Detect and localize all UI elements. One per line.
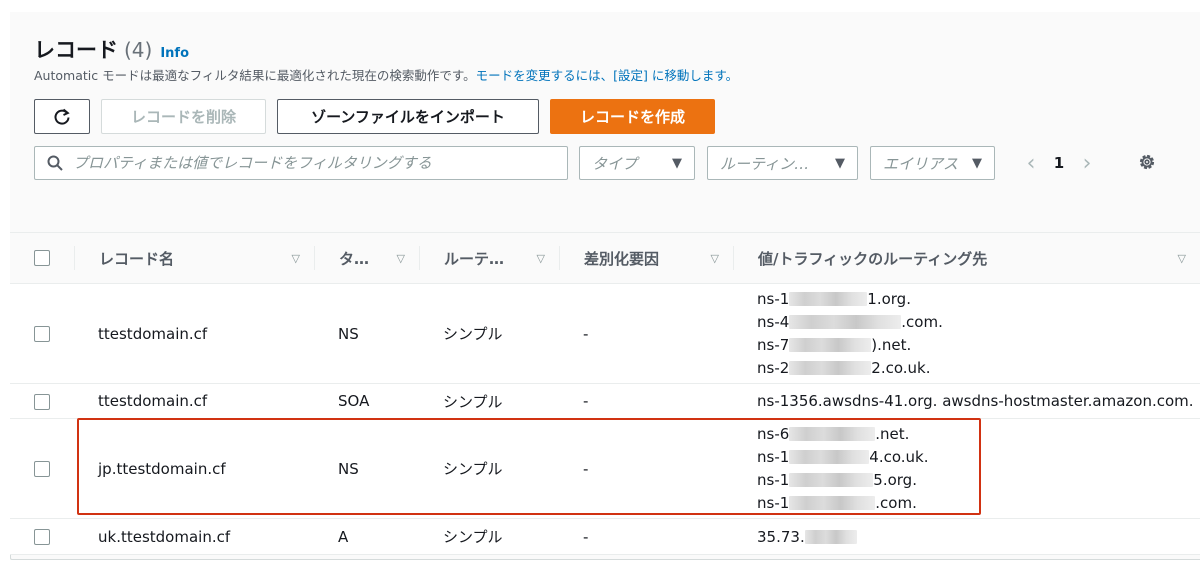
import-zone-file-button[interactable]: ゾーンファイルをインポート xyxy=(277,99,539,134)
pagination: ‹ 1 › xyxy=(1018,150,1100,176)
table-row[interactable]: jp.ttestdomain.cf NS シンプル - ns-6 .net. ns… xyxy=(10,418,1200,519)
record-value: ns-6 .net. ns-1 4.co.uk. ns-1 5.org. ns-1 .c… xyxy=(733,419,1200,519)
record-differentiator: - xyxy=(583,392,589,410)
caret-down-icon: ▼ xyxy=(972,155,982,171)
value-line: ns-1 .com. xyxy=(757,493,917,512)
value-line: ns-4 .com. xyxy=(757,312,943,331)
refresh-button[interactable] xyxy=(34,99,90,134)
create-record-button[interactable]: レコードを作成 xyxy=(550,99,715,134)
search-input[interactable] xyxy=(73,154,567,172)
select-all-header xyxy=(10,233,74,284)
settings-link[interactable]: モードを変更するには、[設定] に移動します。 xyxy=(476,68,738,83)
gear-icon[interactable] xyxy=(1137,152,1157,172)
value-line: ns-2 2.co.uk. xyxy=(757,358,931,377)
record-differentiator: - xyxy=(583,324,589,343)
record-value: ns-1 1.org. ns-4 .com. ns-7).net. ns-2 2.co… xyxy=(733,284,1200,384)
row-checkbox[interactable] xyxy=(34,461,50,477)
column-header-value[interactable]: 値/トラフィックのルーティング先 ▽ xyxy=(733,233,1200,284)
records-table: レコード名 ▽ タ… ▽ ルーテ… ▽ 差別化要因 ▽ 値/トラフィックのルーティング先… xyxy=(10,232,1200,555)
record-type: NS xyxy=(338,324,359,343)
current-page[interactable]: 1 xyxy=(1044,154,1074,172)
chevron-left-icon[interactable]: ‹ xyxy=(1018,151,1044,176)
value-line: ns-1 5.org. xyxy=(757,470,917,489)
record-type: SOA xyxy=(338,392,370,410)
column-header-name[interactable]: レコード名 ▽ xyxy=(74,233,314,284)
record-differentiator: - xyxy=(583,527,589,546)
sort-icon: ▽ xyxy=(1177,251,1186,265)
row-checkbox[interactable] xyxy=(34,326,50,342)
delete-record-button[interactable]: レコードを削除 xyxy=(101,99,266,134)
record-name: ttestdomain.cf xyxy=(98,392,208,410)
routing-filter-label: ルーティン… xyxy=(720,154,810,173)
refresh-icon xyxy=(54,108,70,125)
record-value: ns-1356.awsdns-41.org. awsdns-hostmaster… xyxy=(757,392,1194,410)
table-header-row: レコード名 ▽ タ… ▽ ルーテ… ▽ 差別化要因 ▽ 値/トラフィックのルーティング先… xyxy=(10,232,1200,284)
table-row[interactable]: ttestdomain.cf NS シンプル - ns-1 1.org. ns-4… xyxy=(10,283,1200,384)
type-filter-label: タイプ xyxy=(592,154,638,173)
records-header: レコード (4) Info Automatic モードは最適なフィルタ結果に最適化さ… xyxy=(10,12,1200,232)
alias-filter-label: エイリアス xyxy=(883,154,959,173)
sort-icon: ▽ xyxy=(536,251,545,265)
alias-filter-select[interactable]: エイリアス ▼ xyxy=(870,146,995,180)
row-checkbox[interactable] xyxy=(34,529,50,545)
column-header-routing[interactable]: ルーテ… ▽ xyxy=(419,233,559,284)
value-line: ns-7).net. xyxy=(757,335,912,354)
description: Automatic モードは最適なフィルタ結果に最適化された現在の検索動作です。… xyxy=(34,65,738,84)
record-routing: シンプル xyxy=(443,528,503,546)
search-icon xyxy=(47,155,63,171)
sort-icon: ▽ xyxy=(710,251,719,265)
value-line: ns-1 1.org. xyxy=(757,289,911,308)
value-line: ns-6 .net. xyxy=(757,424,910,443)
record-routing: シンプル xyxy=(443,325,503,343)
type-filter-select[interactable]: タイプ ▼ xyxy=(579,146,695,180)
sort-icon: ▽ xyxy=(396,251,405,265)
info-link[interactable]: Info xyxy=(160,46,189,61)
value-line: ns-1 4.co.uk. xyxy=(757,447,929,466)
record-routing: シンプル xyxy=(443,460,503,478)
record-differentiator: - xyxy=(583,459,589,478)
record-name: uk.ttestdomain.cf xyxy=(98,527,231,546)
record-name: jp.ttestdomain.cf xyxy=(98,459,226,478)
row-checkbox[interactable] xyxy=(34,393,50,410)
routing-filter-select[interactable]: ルーティン… ▼ xyxy=(707,146,858,180)
chevron-right-icon[interactable]: › xyxy=(1074,151,1100,176)
description-text: Automatic モードは最適なフィルタ結果に最適化された現在の検索動作です。 xyxy=(34,68,476,83)
title-text: レコード xyxy=(34,38,118,62)
page-title: レコード (4) Info xyxy=(34,34,189,64)
column-header-type[interactable]: タ… ▽ xyxy=(314,233,419,284)
select-all-checkbox[interactable] xyxy=(34,250,50,266)
record-value: 35.73. xyxy=(733,519,1200,555)
table-row[interactable]: uk.ttestdomain.cf A シンプル - 35.73. xyxy=(10,518,1200,555)
caret-down-icon: ▼ xyxy=(672,155,682,171)
record-routing: シンプル xyxy=(443,392,503,411)
record-type: A xyxy=(338,527,349,546)
table-row[interactable]: ttestdomain.cf SOA シンプル - ns-1356.awsdns… xyxy=(10,383,1200,419)
caret-down-icon: ▼ xyxy=(835,155,845,171)
record-name: ttestdomain.cf xyxy=(98,324,208,343)
record-type: NS xyxy=(338,459,359,478)
record-count: (4) xyxy=(124,38,153,62)
search-box xyxy=(34,146,568,180)
column-header-differentiator[interactable]: 差別化要因 ▽ xyxy=(559,233,733,284)
sort-icon: ▽ xyxy=(291,251,300,265)
